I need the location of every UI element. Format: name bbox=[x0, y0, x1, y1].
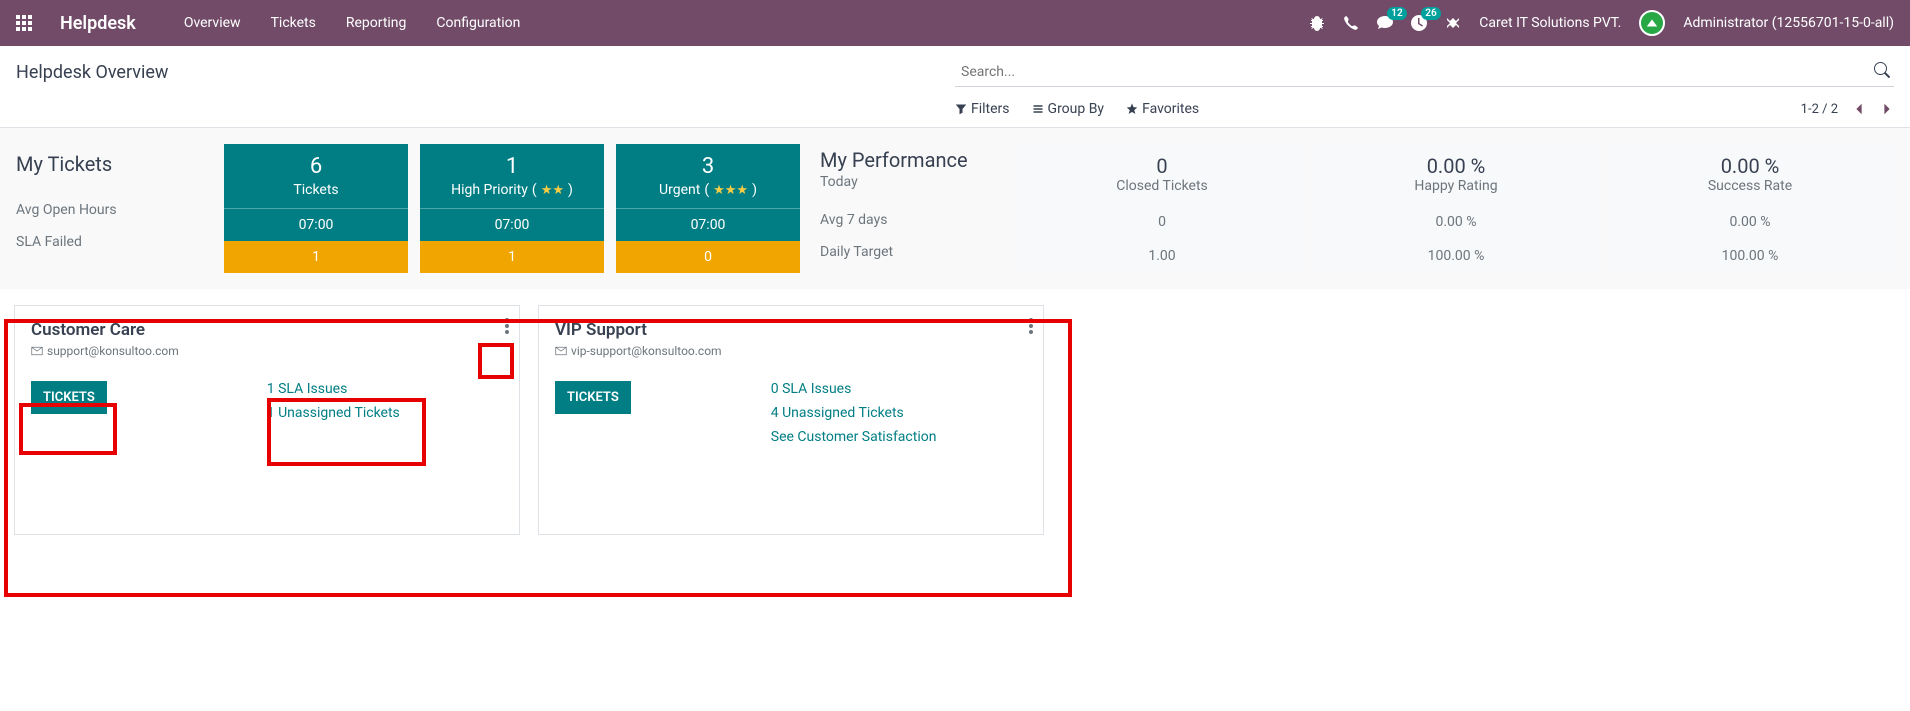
avg7-label: Avg 7 days bbox=[820, 204, 1006, 236]
sla-issues-link[interactable]: 1 SLA Issues bbox=[267, 381, 400, 397]
high-label: High Priority bbox=[451, 182, 528, 198]
page-title: Helpdesk Overview bbox=[16, 62, 168, 83]
happy-label: Happy Rating bbox=[1312, 178, 1600, 194]
ticket-stat-high[interactable]: 1 High Priority (★★) 07:00 1 bbox=[420, 144, 604, 273]
team-card-vip-support[interactable]: VIP Support vip-support@konsultoo.com TI… bbox=[538, 305, 1044, 535]
nav-reporting[interactable]: Reporting bbox=[346, 15, 407, 31]
perf-closed: 0 Closed Tickets 0 1.00 bbox=[1018, 144, 1306, 273]
success-avg: 0.00 % bbox=[1606, 206, 1894, 238]
tickets-button[interactable]: TICKETS bbox=[31, 381, 107, 414]
kebab-menu-icon[interactable] bbox=[1029, 318, 1033, 338]
success-big: 0.00 % bbox=[1606, 154, 1894, 178]
favorites-label: Favorites bbox=[1142, 101, 1199, 117]
list-icon bbox=[1032, 103, 1044, 115]
tickets-sla: 1 bbox=[224, 241, 408, 273]
satisfaction-link[interactable]: See Customer Satisfaction bbox=[771, 429, 937, 445]
activities-icon[interactable]: 26 bbox=[1411, 15, 1427, 31]
performance-title: My Performance bbox=[820, 144, 1006, 174]
kanban-wrap: Customer Care support@konsultoo.com TICK… bbox=[6, 295, 1904, 545]
urgent-avg: 07:00 bbox=[616, 209, 800, 241]
control-panel: Helpdesk Overview Filters Group By Favor… bbox=[0, 46, 1910, 128]
mail-icon bbox=[31, 345, 43, 357]
team-card-customer-care[interactable]: Customer Care support@konsultoo.com TICK… bbox=[14, 305, 520, 535]
nav-overview[interactable]: Overview bbox=[184, 15, 241, 31]
filters-label: Filters bbox=[971, 101, 1010, 117]
filters-button[interactable]: Filters bbox=[955, 101, 1010, 117]
messages-icon[interactable]: 12 bbox=[1377, 15, 1393, 31]
apps-icon[interactable] bbox=[16, 15, 32, 31]
brand-title[interactable]: Helpdesk bbox=[60, 13, 136, 34]
groupby-label: Group By bbox=[1048, 101, 1105, 117]
success-target: 100.00 % bbox=[1606, 240, 1894, 272]
filter-icon bbox=[955, 103, 967, 115]
urgent-label: Urgent bbox=[659, 182, 700, 198]
high-sla: 1 bbox=[420, 241, 604, 273]
nav-tickets[interactable]: Tickets bbox=[271, 15, 316, 31]
high-count: 1 bbox=[420, 154, 604, 179]
pager-next-icon[interactable] bbox=[1880, 102, 1894, 116]
happy-big: 0.00 % bbox=[1312, 154, 1600, 178]
bug-icon[interactable] bbox=[1309, 15, 1325, 31]
closed-avg: 0 bbox=[1018, 206, 1306, 238]
closed-target: 1.00 bbox=[1018, 240, 1306, 272]
my-tickets-title: My Tickets bbox=[16, 144, 212, 194]
search-input[interactable] bbox=[955, 58, 1894, 87]
dashboard: My Tickets Avg Open Hours SLA Failed 6 T… bbox=[0, 128, 1910, 289]
kebab-menu-icon[interactable] bbox=[505, 318, 509, 338]
ticket-stat-all[interactable]: 6 Tickets 07:00 1 bbox=[224, 144, 408, 273]
sla-issues-link[interactable]: 0 SLA Issues bbox=[771, 381, 937, 397]
closed-big: 0 bbox=[1018, 154, 1306, 178]
user-name[interactable]: Administrator (12556701-15-0-all) bbox=[1683, 15, 1894, 31]
sla-failed-label: SLA Failed bbox=[16, 226, 212, 258]
star-icon bbox=[1126, 103, 1138, 115]
tickets-button[interactable]: TICKETS bbox=[555, 381, 631, 414]
ticket-stat-urgent[interactable]: 3 Urgent (★★★) 07:00 0 bbox=[616, 144, 800, 273]
tickets-count: 6 bbox=[224, 154, 408, 179]
urgent-count: 3 bbox=[616, 154, 800, 179]
perf-success: 0.00 % Success Rate 0.00 % 100.00 % bbox=[1606, 144, 1894, 273]
company-name[interactable]: Caret IT Solutions PVT. bbox=[1479, 15, 1621, 31]
today-label: Today bbox=[820, 174, 1006, 190]
avatar[interactable] bbox=[1639, 10, 1665, 36]
mail-icon bbox=[555, 345, 567, 357]
closed-label: Closed Tickets bbox=[1018, 178, 1306, 194]
activities-badge: 26 bbox=[1421, 7, 1440, 20]
urgent-sla: 0 bbox=[616, 241, 800, 273]
card-email: support@konsultoo.com bbox=[31, 344, 179, 358]
groupby-button[interactable]: Group By bbox=[1032, 101, 1105, 117]
target-label: Daily Target bbox=[820, 236, 1006, 268]
settings-icon[interactable] bbox=[1445, 15, 1461, 31]
tickets-label: Tickets bbox=[293, 182, 338, 198]
card-title: VIP Support bbox=[555, 320, 1027, 340]
happy-target: 100.00 % bbox=[1312, 240, 1600, 272]
card-email: vip-support@konsultoo.com bbox=[555, 344, 722, 358]
navbar: Helpdesk Overview Tickets Reporting Conf… bbox=[0, 0, 1910, 46]
search-icon[interactable] bbox=[1874, 62, 1890, 82]
high-avg: 07:00 bbox=[420, 209, 604, 241]
perf-happy: 0.00 % Happy Rating 0.00 % 100.00 % bbox=[1312, 144, 1600, 273]
card-title: Customer Care bbox=[31, 320, 503, 340]
unassigned-link[interactable]: 4 Unassigned Tickets bbox=[771, 405, 937, 421]
pager-text: 1-2 / 2 bbox=[1801, 102, 1838, 117]
messages-badge: 12 bbox=[1387, 7, 1406, 20]
favorites-button[interactable]: Favorites bbox=[1126, 101, 1199, 117]
happy-avg: 0.00 % bbox=[1312, 206, 1600, 238]
tickets-avg: 07:00 bbox=[224, 209, 408, 241]
nav-configuration[interactable]: Configuration bbox=[436, 15, 520, 31]
success-label: Success Rate bbox=[1606, 178, 1894, 194]
unassigned-link[interactable]: 1 Unassigned Tickets bbox=[267, 405, 400, 421]
phone-icon[interactable] bbox=[1343, 15, 1359, 31]
avg-open-label: Avg Open Hours bbox=[16, 194, 212, 226]
pager-prev-icon[interactable] bbox=[1852, 102, 1866, 116]
